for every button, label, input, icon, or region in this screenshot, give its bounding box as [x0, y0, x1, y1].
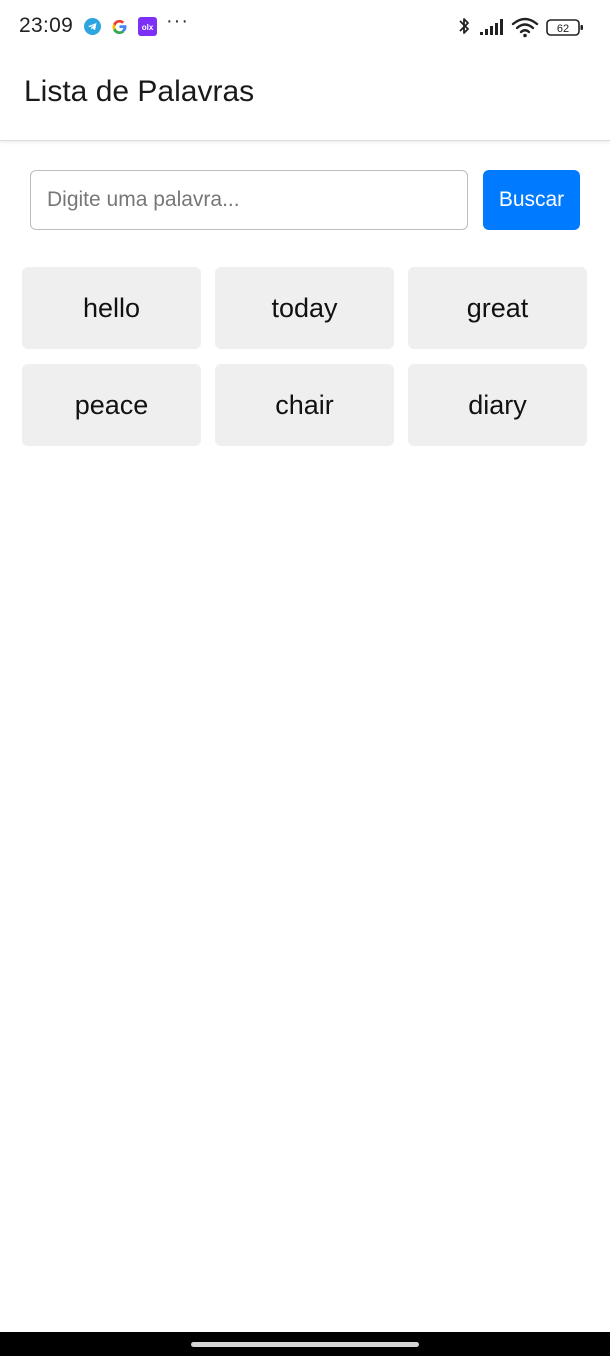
word-card[interactable]: today [215, 267, 394, 349]
app-screen: 23:09 olx ··· 62 Lista de Palavras Digit… [0, 0, 610, 1356]
telegram-icon [84, 18, 101, 35]
wifi-icon [511, 16, 539, 43]
home-gesture-handle[interactable] [191, 1342, 419, 1347]
status-time: 23:09 [19, 14, 74, 37]
battery-icon: 62 [546, 18, 584, 43]
word-card[interactable]: diary [408, 364, 587, 446]
word-card[interactable]: great [408, 267, 587, 349]
word-card[interactable]: peace [22, 364, 201, 446]
svg-text:olx: olx [142, 23, 154, 32]
app-header: Lista de Palavras [0, 56, 610, 141]
search-button[interactable]: Buscar [483, 170, 580, 230]
signal-icon [479, 18, 507, 41]
more-notifications-icon: ··· [166, 10, 189, 32]
word-card[interactable]: chair [215, 364, 394, 446]
battery-level: 62 [557, 23, 569, 35]
search-input[interactable] [30, 170, 468, 230]
olx-icon: olx [138, 17, 157, 36]
bluetooth-icon [457, 15, 471, 44]
page-title: Lista de Palavras [24, 75, 255, 108]
word-card[interactable]: hello [22, 267, 201, 349]
status-bar: 23:09 olx ··· 62 [0, 0, 610, 56]
system-navigation-bar [0, 1332, 610, 1356]
google-icon [111, 18, 128, 35]
word-list: hello today great peace chair diary [22, 267, 588, 446]
